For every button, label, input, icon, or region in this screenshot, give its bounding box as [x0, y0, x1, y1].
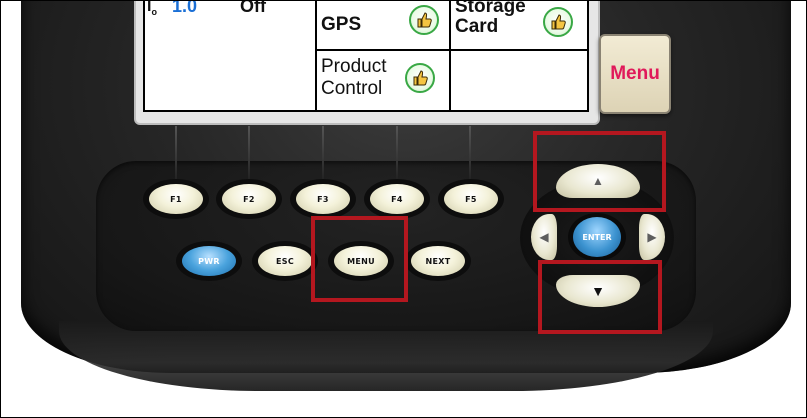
f3-guide-line	[322, 126, 324, 181]
storage-label-line1: Storage	[455, 0, 526, 17]
f5-key-label: F5	[444, 184, 498, 214]
thumbs-up-icon	[409, 5, 439, 35]
f4-key[interactable]: F4	[364, 179, 430, 219]
product-label-line1: Product	[321, 56, 387, 77]
f4-guide-line	[396, 126, 398, 181]
pwr-key-label: PWR	[182, 246, 236, 276]
f1-guide-line	[175, 126, 177, 181]
f1-key-label: F1	[149, 184, 203, 214]
next-key-label: NEXT	[411, 246, 465, 276]
f5-guide-line	[469, 126, 471, 181]
esc-key-label: ESC	[258, 246, 312, 276]
f2-key-label: F2	[222, 184, 276, 214]
menu-key-highlight	[311, 216, 408, 302]
f1-key[interactable]: F1	[143, 179, 209, 219]
f3-key[interactable]: F3	[290, 179, 356, 219]
left-arrow-icon: ◀	[539, 230, 549, 244]
status-value: 1.0	[172, 0, 198, 16]
f2-guide-line	[248, 126, 250, 181]
enter-key[interactable]: ENTER	[568, 213, 626, 261]
down-arrow-highlight	[538, 260, 662, 334]
status-column: Io 1.0 Off	[145, 0, 317, 110]
gps-cell[interactable]: GPS	[317, 1, 451, 51]
pwr-key[interactable]: PWR	[176, 241, 242, 281]
f3-key-label: F3	[296, 184, 350, 214]
thumbs-up-icon	[405, 63, 435, 93]
product-label-line2: Control	[321, 78, 383, 99]
f4-key-label: F4	[370, 184, 424, 214]
thumbs-up-icon	[543, 7, 573, 37]
next-key[interactable]: NEXT	[405, 241, 471, 281]
status-state: Off	[240, 0, 266, 16]
display-screen: Io 1.0 Off GPS Storage Card Product Cont…	[143, 0, 589, 112]
storage-card-cell[interactable]: Storage Card	[451, 0, 587, 51]
right-arrow-icon: ▶	[647, 230, 657, 244]
up-arrow-highlight	[533, 131, 666, 212]
menu-softkey[interactable]: Menu	[599, 34, 671, 114]
figure-frame: Io 1.0 Off GPS Storage Card Product Cont…	[0, 0, 807, 418]
status-prefix: Io	[147, 0, 157, 18]
esc-key[interactable]: ESC	[252, 241, 318, 281]
gps-label: GPS	[321, 14, 362, 35]
f5-key[interactable]: F5	[438, 179, 504, 219]
enter-key-label: ENTER	[573, 217, 621, 257]
f2-key[interactable]: F2	[216, 179, 282, 219]
product-control-cell[interactable]: Product Control	[317, 51, 451, 110]
storage-label-line2: Card	[455, 16, 499, 37]
